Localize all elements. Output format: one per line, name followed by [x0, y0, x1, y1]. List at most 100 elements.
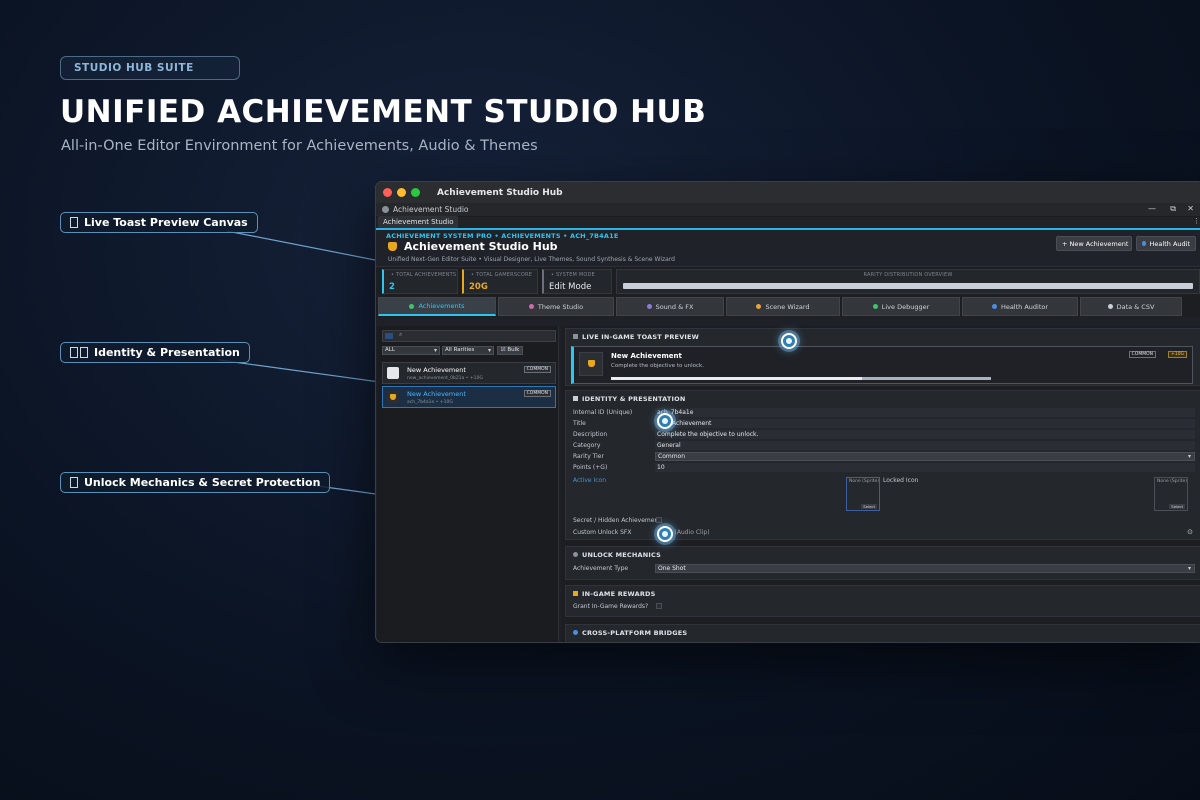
panel-header: UNLOCK MECHANICS: [573, 551, 661, 559]
main-tabs: Achievements Theme Studio Sound & FX Scene …: [376, 295, 1200, 317]
minimize-icon[interactable]: —: [1148, 204, 1156, 213]
rarity-label: RARITY DISTRIBUTION OVERVIEW: [863, 272, 953, 278]
secret-checkbox[interactable]: [656, 517, 662, 523]
grant-rewards-checkbox[interactable]: [656, 603, 662, 609]
object-picker-icon[interactable]: ⊙: [1187, 528, 1193, 536]
page-title: Achievement Studio Hub: [388, 240, 558, 253]
rarity-select[interactable]: Common: [655, 452, 1195, 461]
close-dot-icon[interactable]: [383, 188, 392, 197]
callout-label: Unlock Mechanics & Secret Protection: [84, 476, 321, 489]
points-input[interactable]: 10: [655, 463, 1195, 472]
health-audit-label: Health Audit: [1149, 239, 1190, 248]
active-icon-label: Active Icon: [573, 477, 607, 484]
tab-icon: [409, 303, 415, 309]
minimize-dot-icon[interactable]: [397, 188, 406, 197]
panel-header: LIVE IN-GAME TOAST PREVIEW: [573, 333, 699, 341]
more-menu-icon[interactable]: ⋮: [1193, 217, 1200, 225]
glyph-icon: [80, 347, 88, 358]
document-tab-bar: Achievement Studio ⋮: [376, 216, 1200, 230]
list-item-selected[interactable]: New Achievement ach_7b4a1e • +10G COMMON: [382, 386, 556, 408]
locked-icon-picker[interactable]: None (Sprite) Select: [1154, 477, 1188, 511]
tab-achievements[interactable]: Achievements: [378, 297, 496, 316]
tab-label: Theme Studio: [537, 302, 584, 311]
internal-id-input[interactable]: ach_7b4a1e: [655, 408, 1195, 417]
identity-panel: IDENTITY & PRESENTATION Internal ID (Uni…: [565, 390, 1200, 540]
field-points: Points (+G) 10: [573, 463, 1195, 473]
tab-label: Achievements: [418, 302, 465, 310]
editor-window-bar: Achievement Studio — ⧉ ✕: [376, 203, 1200, 217]
tab-icon: [646, 304, 652, 309]
globe-icon: [573, 630, 578, 635]
toast-preview-panel: LIVE IN-GAME TOAST PREVIEW New Achieveme…: [565, 328, 1200, 386]
panel-header: CROSS-PLATFORM BRIDGES: [573, 629, 687, 637]
tab-label: Live Debugger: [881, 302, 930, 311]
new-achievement-button[interactable]: + New Achievement: [1056, 236, 1132, 251]
mac-window-title: Achievement Studio Hub: [437, 187, 563, 198]
app-header: ACHIEVEMENT SYSTEM PRO • ACHIEVEMENTS • …: [376, 230, 1200, 267]
unlock-mechanics-panel: UNLOCK MECHANICS Achievement Type One Sho…: [565, 546, 1200, 580]
category-input[interactable]: General: [655, 441, 1195, 450]
tab-scene-wizard[interactable]: Scene Wizard: [726, 297, 840, 316]
filter-type-select[interactable]: ALL: [382, 346, 440, 355]
tab-live-debugger[interactable]: Live Debugger: [842, 297, 960, 316]
field-description: Description Complete the objective to unl…: [573, 430, 1195, 440]
tab-sound-fx[interactable]: Sound & FX: [616, 297, 724, 316]
highlight-dot-unlock: [657, 526, 673, 542]
glyph-icon: [70, 217, 78, 228]
achievement-sub: new_achievement_0b21a • +10G: [407, 376, 483, 381]
tab-health-auditor[interactable]: Health Auditor: [962, 297, 1078, 316]
achievement-name: New Achievement: [407, 366, 466, 374]
rarity-distribution: RARITY DISTRIBUTION OVERVIEW: [616, 269, 1200, 294]
editor-panel: LIVE IN-GAME TOAST PREVIEW New Achieveme…: [561, 326, 1200, 642]
description-input[interactable]: Complete the objective to unlock.: [655, 430, 1195, 439]
trophy-icon: [579, 352, 603, 376]
active-icon-picker[interactable]: None (Sprite) Select: [846, 477, 880, 511]
list-item[interactable]: New Achievement new_achievement_0b21a • …: [382, 362, 556, 384]
tab-data-csv[interactable]: Data & CSV: [1080, 297, 1182, 316]
suite-badge: STUDIO HUB SUITE: [60, 56, 240, 80]
hero-subtitle: All-in-One Editor Environment for Achiev…: [61, 138, 538, 154]
hero-title: UNIFIED ACHIEVEMENT STUDIO HUB: [60, 94, 707, 130]
toast-progress-fill: [611, 377, 862, 380]
toast-name: New Achievement: [611, 352, 682, 360]
tab-icon: [991, 304, 997, 309]
close-icon[interactable]: ✕: [1187, 204, 1194, 213]
restore-icon[interactable]: ⧉: [1170, 204, 1176, 214]
filter-rarity-select[interactable]: All Rarities: [442, 346, 494, 355]
tab-icon: [1107, 304, 1113, 309]
rewards-panel: IN-GAME REWARDS Grant In-Game Rewards?: [565, 585, 1200, 617]
achievement-sub: ach_7b4a1e • +10G: [407, 400, 453, 405]
achievement-name: New Achievement: [407, 390, 466, 398]
callout-identity: Identity & Presentation: [60, 342, 250, 363]
callout-label: Live Toast Preview Canvas: [84, 216, 248, 229]
stats-row: • TOTAL ACHIEVEMENTS 2 • TOTAL GAMERSCOR…: [376, 267, 1200, 295]
cross-platform-panel: CROSS-PLATFORM BRIDGES: [565, 624, 1200, 642]
tab-label: Sound & FX: [655, 302, 694, 311]
trophy-icon: [387, 391, 399, 403]
tab-theme-studio[interactable]: Theme Studio: [498, 297, 614, 316]
gear-icon: [573, 552, 578, 557]
callout-label: Identity & Presentation: [94, 346, 240, 359]
health-audit-button[interactable]: Health Audit: [1136, 236, 1196, 251]
stat-value: 20G: [469, 282, 488, 292]
mac-titlebar: Achievement Studio Hub: [376, 182, 1200, 203]
sfx-input[interactable]: None (Audio Clip): [655, 528, 1195, 537]
breadcrumb: ACHIEVEMENT SYSTEM PRO • ACHIEVEMENTS • …: [386, 232, 619, 240]
toast-description: Complete the objective to unlock.: [611, 363, 704, 369]
tab-label: Health Auditor: [1000, 302, 1049, 311]
title-input[interactable]: New Achievement: [655, 419, 1195, 428]
field-rarity: Rarity Tier Common: [573, 452, 1195, 462]
search-icon: [385, 333, 393, 339]
document-tab[interactable]: Achievement Studio: [378, 216, 459, 228]
stat-total-gamerscore: • TOTAL GAMERSCORE 20G: [462, 269, 538, 294]
tab-icon: [528, 304, 534, 309]
zoom-dot-icon[interactable]: [411, 188, 420, 197]
stat-system-mode: • SYSTEM MODE Edit Mode: [542, 269, 612, 294]
tab-label: Scene Wizard: [765, 302, 810, 311]
bulk-button[interactable]: ☑ Bulk: [497, 346, 523, 355]
field-achievement-type: Achievement Type One Shot: [573, 564, 1195, 574]
search-input[interactable]: ⌕: [382, 330, 556, 342]
app-window: Achievement Studio Hub Achievement Studi…: [375, 181, 1200, 643]
achievement-type-select[interactable]: One Shot: [655, 564, 1195, 573]
toast-canvas: New Achievement Complete the objective t…: [571, 346, 1193, 384]
